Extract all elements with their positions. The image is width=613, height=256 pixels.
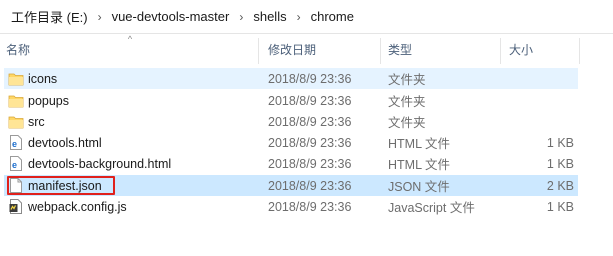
file-type: JSON 文件 — [388, 180, 450, 194]
breadcrumb-item-drive[interactable]: 工作目录 (E:) — [8, 7, 91, 26]
file-name: webpack.config.js — [28, 199, 127, 214]
list-item[interactable]: icons 2018/8/9 23:36 文件夹 — [4, 68, 578, 89]
column-divider[interactable] — [258, 38, 259, 64]
file-date: 2018/8/9 23:36 — [268, 178, 352, 193]
file-name: devtools-background.html — [28, 156, 172, 171]
file-explorer-window: 工作目录 (E:) › vue-devtools-master › shells… — [0, 0, 613, 256]
column-divider[interactable] — [500, 38, 501, 64]
list-item[interactable]: webpack.config.js 2018/8/9 23:36 JavaScr… — [4, 196, 578, 217]
column-header-row: 名称 ^ 修改日期 类型 大小 — [0, 34, 613, 64]
column-divider[interactable] — [380, 38, 381, 64]
list-item[interactable]: e devtools.html 2018/8/9 23:36 HTML 文件 1… — [4, 132, 578, 153]
file-name: icons — [28, 71, 58, 86]
folder-icon — [8, 90, 24, 111]
file-date: 2018/8/9 23:36 — [268, 93, 352, 108]
file-size: 2 KB — [546, 178, 574, 193]
json-file-icon — [8, 175, 24, 196]
file-type: HTML 文件 — [388, 137, 451, 151]
column-header-name-label: 名称 — [6, 42, 31, 57]
file-date: 2018/8/9 23:36 — [268, 156, 352, 171]
file-name: manifest.json — [28, 178, 102, 193]
breadcrumb-separator-icon[interactable]: › — [232, 10, 250, 24]
column-header-date-label: 修改日期 — [268, 42, 317, 57]
column-header-size[interactable]: 大小 — [509, 34, 579, 64]
breadcrumb: 工作目录 (E:) › vue-devtools-master › shells… — [0, 0, 613, 34]
file-date: 2018/8/9 23:36 — [268, 135, 352, 150]
list-item-selected[interactable]: manifest.json 2018/8/9 23:36 JSON 文件 2 K… — [4, 175, 578, 196]
breadcrumb-separator-icon[interactable]: › — [91, 10, 109, 24]
file-name: src — [28, 114, 45, 129]
file-type: HTML 文件 — [388, 158, 451, 172]
file-date: 2018/8/9 23:36 — [268, 71, 352, 86]
js-file-icon — [8, 196, 24, 217]
svg-text:e: e — [12, 139, 17, 149]
list-item[interactable]: src 2018/8/9 23:36 文件夹 — [4, 111, 578, 132]
file-type: JavaScript 文件 — [388, 201, 475, 215]
file-type: 文件夹 — [388, 116, 426, 130]
file-name: devtools.html — [28, 135, 102, 150]
file-size — [484, 68, 574, 89]
breadcrumb-item-project[interactable]: vue-devtools-master — [109, 9, 233, 24]
folder-icon — [8, 111, 24, 132]
file-size — [484, 90, 574, 111]
folder-icon — [8, 68, 24, 89]
file-type: 文件夹 — [388, 73, 426, 87]
breadcrumb-separator-icon[interactable]: › — [290, 10, 308, 24]
breadcrumb-item-chrome[interactable]: chrome — [308, 9, 357, 24]
breadcrumb-item-shells[interactable]: shells — [250, 9, 289, 24]
file-date: 2018/8/9 23:36 — [268, 199, 352, 214]
list-item[interactable]: popups 2018/8/9 23:36 文件夹 — [4, 90, 578, 111]
html-file-icon: e — [8, 132, 24, 153]
list-item[interactable]: e devtools-background.html 2018/8/9 23:3… — [4, 153, 578, 174]
sort-ascending-icon: ^ — [127, 33, 133, 44]
column-header-type[interactable]: 类型 — [388, 34, 500, 64]
column-header-size-label: 大小 — [509, 42, 534, 57]
column-divider[interactable] — [579, 38, 580, 64]
file-size: 1 KB — [546, 135, 574, 150]
file-size: 1 KB — [546, 199, 574, 214]
file-date: 2018/8/9 23:36 — [268, 114, 352, 129]
file-size: 1 KB — [546, 156, 574, 171]
file-size — [484, 111, 574, 132]
file-type: 文件夹 — [388, 95, 426, 109]
column-header-type-label: 类型 — [388, 42, 413, 57]
column-header-date[interactable]: 修改日期 — [268, 34, 380, 64]
svg-text:e: e — [12, 160, 17, 170]
html-file-icon: e — [8, 153, 24, 174]
file-name: popups — [28, 93, 70, 108]
